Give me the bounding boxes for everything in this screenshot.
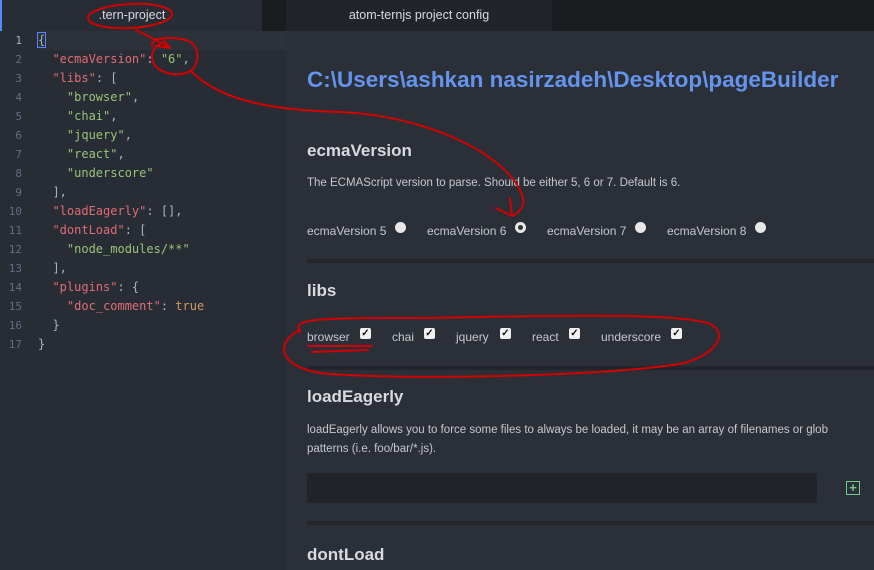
lib-label-react: react xyxy=(532,330,559,344)
code-editor[interactable]: 1 2 3 4 5 6 7 8 9 10 11 12 13 14 15 16 1… xyxy=(0,31,286,570)
line-number: 2 xyxy=(15,53,22,66)
lib-label-underscore: underscore xyxy=(601,330,662,344)
line-number: 11 xyxy=(8,224,22,237)
tab-bar: .tern-project atom-ternjs project config xyxy=(0,0,874,31)
line-number: 9 xyxy=(15,186,22,199)
line-number: 15 xyxy=(8,300,22,313)
libs-heading: libs xyxy=(307,281,337,300)
lib-checkbox-chai[interactable]: ✓ xyxy=(424,328,435,339)
tab-tern-project[interactable]: .tern-project xyxy=(0,0,262,31)
tab-label: atom-ternjs project config xyxy=(348,8,490,22)
code-line[interactable]: "loadEagerly": [], xyxy=(38,202,286,221)
line-number-gutter: 1 2 3 4 5 6 7 8 9 10 11 12 13 14 15 16 1… xyxy=(0,31,30,354)
lib-checkbox-jquery[interactable]: ✓ xyxy=(500,328,511,339)
code-line[interactable]: "browser", xyxy=(38,88,286,107)
ecma-version-description: The ECMAScript version to parse. Should … xyxy=(307,177,681,189)
section-divider xyxy=(307,259,874,263)
code-line[interactable]: "jquery", xyxy=(38,126,286,145)
lib-label-jquery: jquery xyxy=(456,330,489,344)
line-number: 4 xyxy=(15,91,22,104)
code-line[interactable]: ], xyxy=(38,183,286,202)
line-number: 3 xyxy=(15,72,22,85)
code-line[interactable]: "libs": [ xyxy=(38,69,286,88)
load-eagerly-description: loadEagerly allows you to force some fil… xyxy=(307,424,828,455)
code-line[interactable]: "plugins": { xyxy=(38,278,286,297)
ecma-option-label: ecmaVersion 8 xyxy=(667,224,747,238)
line-number: 13 xyxy=(8,262,22,275)
load-eagerly-heading: loadEagerly xyxy=(307,387,404,406)
code-line[interactable]: "node_modules/**" xyxy=(38,240,286,259)
lib-label-browser: browser xyxy=(307,330,350,344)
code-line[interactable]: "underscore" xyxy=(38,164,286,183)
project-config-panel: C:\Users\ashkan nasirzadeh\Desktop\pageB… xyxy=(286,31,874,570)
code-line[interactable]: "ecmaVersion": "6", xyxy=(38,50,286,69)
code-line[interactable]: "dontLoad": [ xyxy=(38,221,286,240)
code-line[interactable]: { xyxy=(36,31,286,50)
line-number: 12 xyxy=(8,243,22,256)
tab-project-config[interactable]: atom-ternjs project config xyxy=(286,0,552,31)
code-line[interactable]: "doc_comment": true xyxy=(38,297,286,316)
code-lines[interactable]: { "ecmaVersion": "6", "libs": [ "browser… xyxy=(36,31,286,354)
ecma6-radio[interactable] xyxy=(515,222,526,233)
load-eagerly-input[interactable] xyxy=(307,473,817,503)
ecma-option-label: ecmaVersion 6 xyxy=(427,224,507,238)
line-number: 14 xyxy=(8,281,22,294)
lib-label-chai: chai xyxy=(392,330,415,344)
lib-checkbox-browser[interactable]: ✓ xyxy=(360,328,371,339)
lib-checkbox-react[interactable]: ✓ xyxy=(569,328,580,339)
add-icon[interactable]: + xyxy=(846,481,860,495)
line-number: 10 xyxy=(8,205,22,218)
line-number: 1 xyxy=(15,34,22,47)
section-divider xyxy=(307,521,874,525)
ecma8-radio[interactable] xyxy=(755,222,766,233)
project-path-title: C:\Users\ashkan nasirzadeh\Desktop\pageB… xyxy=(307,67,839,92)
tab-label: .tern-project xyxy=(98,8,166,22)
ecma5-radio[interactable] xyxy=(395,222,406,233)
lib-checkbox-underscore[interactable]: ✓ xyxy=(671,328,682,339)
ecma-option-label: ecmaVersion 7 xyxy=(547,224,627,238)
line-number: 5 xyxy=(15,110,22,123)
line-number: 6 xyxy=(15,129,22,142)
code-line[interactable]: "chai", xyxy=(38,107,286,126)
ecma7-radio[interactable] xyxy=(635,222,646,233)
dont-load-heading: dontLoad xyxy=(307,545,385,564)
code-line[interactable]: "react", xyxy=(38,145,286,164)
code-line[interactable]: } xyxy=(38,335,286,354)
line-number: 8 xyxy=(15,167,22,180)
code-line[interactable]: } xyxy=(38,316,286,335)
line-number: 7 xyxy=(15,148,22,161)
section-divider xyxy=(307,366,874,370)
line-number: 17 xyxy=(8,338,22,351)
code-line[interactable]: ], xyxy=(38,259,286,278)
ecma-version-heading: ecmaVersion xyxy=(307,141,412,160)
ecma-option-label: ecmaVersion 5 xyxy=(307,224,387,238)
line-number: 16 xyxy=(8,319,22,332)
